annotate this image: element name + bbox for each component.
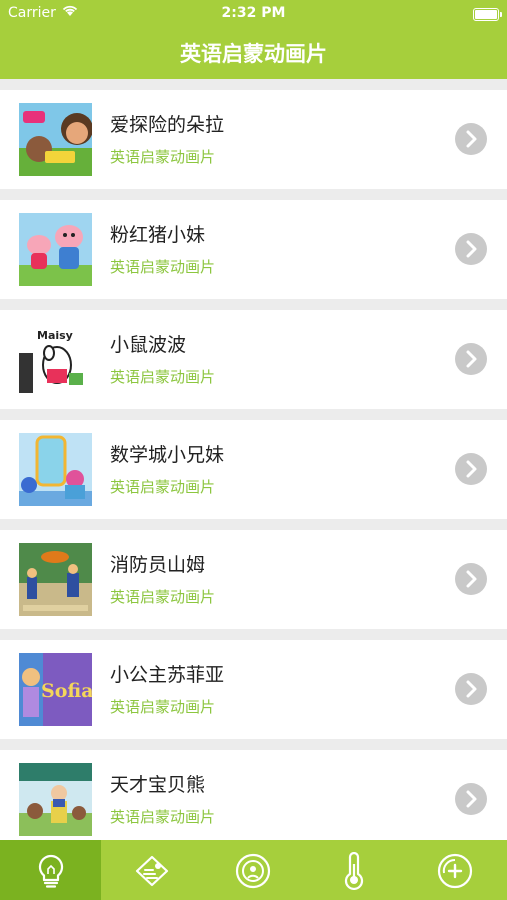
list-item[interactable]: 粉红猪小妹 英语启蒙动画片: [0, 200, 507, 299]
list-item[interactable]: 天才宝贝熊 英语启蒙动画片: [0, 750, 507, 849]
item-title: 小鼠波波: [110, 334, 187, 356]
sofia-the-first-thumbnail: Sofia: [19, 653, 92, 726]
sofia-logo-text: Sofia: [41, 680, 92, 702]
thermometer-icon: [344, 852, 364, 890]
chevron-right-icon[interactable]: [455, 233, 487, 265]
item-subtitle: 英语启蒙动画片: [110, 588, 216, 606]
tab-bar: [0, 840, 507, 900]
chevron-right-icon[interactable]: [455, 783, 487, 815]
tab-lightbulb[interactable]: [0, 840, 101, 900]
tab-thermometer[interactable]: [303, 840, 404, 900]
notes-icon: [135, 855, 169, 887]
dora-thumbnail: [19, 103, 92, 176]
page-title: 英语启蒙动画片: [180, 42, 327, 66]
tab-target[interactable]: [202, 840, 303, 900]
tab-add[interactable]: [404, 840, 505, 900]
item-title: 数学城小兄妹: [110, 444, 225, 466]
maisy-logo-text: Maisy: [37, 329, 73, 342]
clock: 2:32 PM: [221, 5, 286, 21]
item-title: 天才宝贝熊: [110, 774, 206, 796]
item-subtitle: 英语启蒙动画片: [110, 258, 216, 276]
item-title: 爱探险的朵拉: [110, 114, 225, 136]
list-item[interactable]: 消防员山姆 英语启蒙动画片: [0, 530, 507, 629]
chevron-right-icon[interactable]: [455, 343, 487, 375]
app-header: Carrier 2:32 PM 英语启蒙动画片: [0, 0, 507, 79]
chevron-right-icon[interactable]: [455, 563, 487, 595]
list-item[interactable]: 数学城小兄妹 英语启蒙动画片: [0, 420, 507, 519]
item-title: 粉红猪小妹: [110, 224, 206, 246]
item-subtitle: 英语启蒙动画片: [110, 148, 216, 166]
item-subtitle: 英语启蒙动画片: [110, 698, 216, 716]
chevron-right-icon[interactable]: [455, 673, 487, 705]
status-bar: Carrier 2:32 PM: [0, 0, 507, 28]
peppa-pig-thumbnail: [19, 213, 92, 286]
list-item[interactable]: Maisy 小鼠波波 英语启蒙动画片: [0, 310, 507, 409]
list-item[interactable]: Sofia 小公主苏菲亚 英语启蒙动画片: [0, 640, 507, 739]
fireman-sam-thumbnail: [19, 543, 92, 616]
item-title: 小公主苏菲亚: [110, 664, 225, 686]
maisy-thumbnail: Maisy: [19, 323, 92, 396]
item-subtitle: 英语启蒙动画片: [110, 368, 216, 386]
battery-icon: [473, 8, 502, 21]
tab-notes[interactable]: [101, 840, 202, 900]
item-subtitle: 英语启蒙动画片: [110, 478, 216, 496]
item-subtitle: 英语启蒙动画片: [110, 808, 216, 826]
list-item[interactable]: 爱探险的朵拉 英语启蒙动画片: [0, 90, 507, 189]
chevron-right-icon[interactable]: [455, 453, 487, 485]
chevron-right-icon[interactable]: [455, 123, 487, 155]
baby-bear-thumbnail: [19, 763, 92, 836]
item-title: 消防员山姆: [110, 554, 206, 576]
add-circle-icon: [437, 853, 473, 889]
lightbulb-icon: [38, 854, 64, 888]
target-icon: [235, 853, 271, 889]
team-umizoomi-thumbnail: [19, 433, 92, 506]
